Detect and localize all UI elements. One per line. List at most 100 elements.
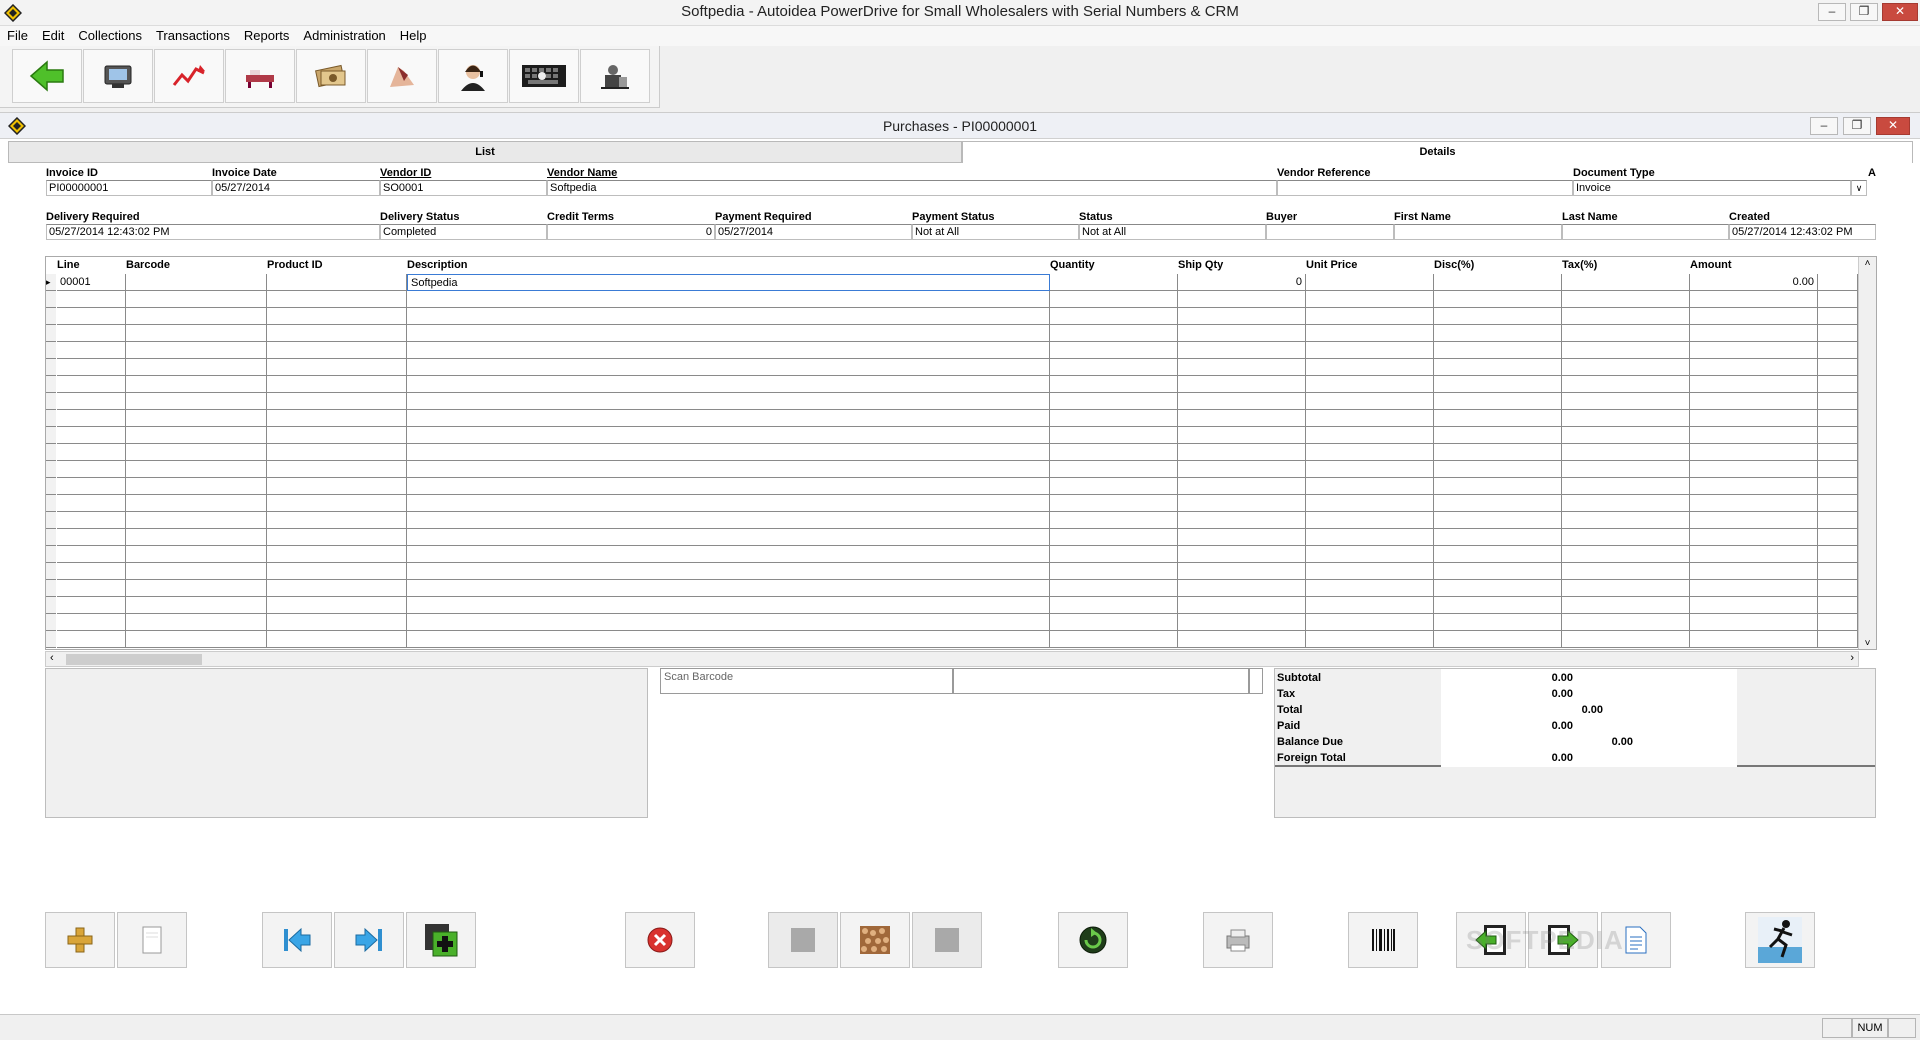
grid-cell-tax[interactable] [1562, 308, 1690, 325]
tab-details[interactable]: Details [962, 141, 1913, 163]
payment-status-field[interactable]: Not at All [912, 224, 1079, 240]
grid-cell-unit-price[interactable] [1306, 478, 1434, 495]
row-selector[interactable] [46, 512, 56, 529]
grid-cell-description[interactable] [407, 410, 1050, 427]
grid-cell-ship-qty[interactable] [1178, 342, 1306, 359]
grid-cell-ship-qty[interactable]: 0 [1178, 274, 1306, 291]
grid-cell-ship-qty[interactable] [1178, 614, 1306, 631]
grid-cell-description[interactable] [407, 291, 1050, 308]
grid-cell-line[interactable] [57, 359, 126, 376]
grid-cell-product-id[interactable] [267, 359, 407, 376]
grid-cell-description[interactable] [407, 308, 1050, 325]
grid-cell-ship-qty[interactable] [1178, 495, 1306, 512]
grid-cell-barcode[interactable] [126, 580, 267, 597]
grid-cell-unit-price[interactable] [1306, 512, 1434, 529]
grid-cell-quantity[interactable] [1050, 342, 1178, 359]
grid-cell-ship-qty[interactable] [1178, 563, 1306, 580]
row-selector[interactable] [46, 427, 56, 444]
grid-cell-ship-qty[interactable] [1178, 325, 1306, 342]
grid-cell-product-id[interactable] [267, 291, 407, 308]
grid-cell-product-id[interactable] [267, 546, 407, 563]
grid-cell-description[interactable]: Softpedia [407, 274, 1050, 291]
grid-cell-unit-price[interactable] [1306, 597, 1434, 614]
grid-cell-product-id[interactable] [267, 410, 407, 427]
grid-cell-barcode[interactable] [126, 376, 267, 393]
grid-cell-unit-price[interactable] [1306, 461, 1434, 478]
grid-cell-quantity[interactable] [1050, 444, 1178, 461]
grid-cell-quantity[interactable] [1050, 580, 1178, 597]
grid-cell-unit-price[interactable] [1306, 444, 1434, 461]
grid-cell-description[interactable] [407, 512, 1050, 529]
grid-cell-disc[interactable] [1434, 308, 1562, 325]
grid-cell-description[interactable] [407, 359, 1050, 376]
grid-cell-unit-price[interactable] [1306, 529, 1434, 546]
grid-cell-tax[interactable] [1562, 597, 1690, 614]
grid-cell-barcode[interactable] [126, 461, 267, 478]
grid-cell-product-id[interactable] [267, 325, 407, 342]
grid-cell-ship-qty[interactable] [1178, 461, 1306, 478]
grid-cell-unit-price[interactable] [1306, 342, 1434, 359]
created-field[interactable]: 05/27/2014 12:43:02 PM [1729, 224, 1876, 240]
grid-cell-product-id[interactable] [267, 563, 407, 580]
vendor-name-field[interactable]: Softpedia [547, 180, 1277, 196]
grid-cell-description[interactable] [407, 597, 1050, 614]
grid-cell-amount[interactable] [1690, 478, 1818, 495]
grid-cell-tax[interactable] [1562, 580, 1690, 597]
document-button[interactable] [1601, 912, 1671, 968]
grid-cell-tax[interactable] [1562, 427, 1690, 444]
grid-cell-barcode[interactable] [126, 410, 267, 427]
grid-cell-quantity[interactable] [1050, 359, 1178, 376]
grid-cell-description[interactable] [407, 529, 1050, 546]
grid-cell-tax[interactable] [1562, 563, 1690, 580]
grid-cell-quantity[interactable] [1050, 325, 1178, 342]
grid-cell-barcode[interactable] [126, 631, 267, 648]
child-close-button[interactable]: ✕ [1876, 117, 1910, 135]
row-selector[interactable] [46, 444, 56, 461]
grid-cell-ship-qty[interactable] [1178, 597, 1306, 614]
grid-cell-quantity[interactable] [1050, 274, 1178, 291]
grid-cell-disc[interactable] [1434, 529, 1562, 546]
grid-cell-disc[interactable] [1434, 478, 1562, 495]
col-unit-price[interactable]: Unit Price [1306, 257, 1357, 273]
grid-cell-description[interactable] [407, 393, 1050, 410]
menu-administration[interactable]: Administration [296, 26, 392, 46]
credit-terms-field[interactable]: 0 [547, 224, 715, 240]
grid-cell-tax[interactable] [1562, 274, 1690, 291]
toolbar-delivery-button[interactable] [225, 49, 295, 103]
grid-cell-unit-price[interactable] [1306, 410, 1434, 427]
gray-action-button-2[interactable] [912, 912, 982, 968]
grid-cell-description[interactable] [407, 342, 1050, 359]
grid-cell-amount[interactable] [1690, 614, 1818, 631]
menu-help[interactable]: Help [393, 26, 434, 46]
grid-cell-quantity[interactable] [1050, 495, 1178, 512]
toolbar-handshake-button[interactable] [367, 49, 437, 103]
grid-cell-ship-qty[interactable] [1178, 291, 1306, 308]
grid-cell-amount[interactable] [1690, 444, 1818, 461]
grid-cell-unit-price[interactable] [1306, 376, 1434, 393]
vendor-reference-field[interactable] [1277, 180, 1573, 196]
grid-cell-tax[interactable] [1562, 444, 1690, 461]
grid-vertical-scrollbar[interactable]: ˄ ˅ [1858, 257, 1876, 649]
texture-button[interactable] [840, 912, 910, 968]
grid-cell-line[interactable] [57, 614, 126, 631]
grid-cell-amount[interactable] [1690, 461, 1818, 478]
row-selector[interactable] [46, 393, 56, 410]
grid-cell-quantity[interactable] [1050, 597, 1178, 614]
row-selector[interactable] [46, 546, 56, 563]
row-selector[interactable] [46, 563, 56, 580]
grid-cell-product-id[interactable] [267, 376, 407, 393]
grid-cell-ship-qty[interactable] [1178, 376, 1306, 393]
import-button[interactable] [1456, 912, 1526, 968]
grid-cell-tax[interactable] [1562, 614, 1690, 631]
invoice-date-field[interactable]: 05/27/2014 [212, 180, 380, 196]
grid-cell-disc[interactable] [1434, 580, 1562, 597]
vendor-name-label[interactable]: Vendor Name [547, 167, 617, 179]
buyer-field[interactable] [1266, 224, 1394, 240]
grid-cell-amount[interactable] [1690, 495, 1818, 512]
row-selector[interactable] [46, 614, 56, 631]
grid-cell-description[interactable] [407, 614, 1050, 631]
delete-button[interactable] [625, 912, 695, 968]
col-quantity[interactable]: Quantity [1050, 257, 1095, 273]
row-selector[interactable] [46, 597, 56, 614]
grid-cell-barcode[interactable] [126, 614, 267, 631]
